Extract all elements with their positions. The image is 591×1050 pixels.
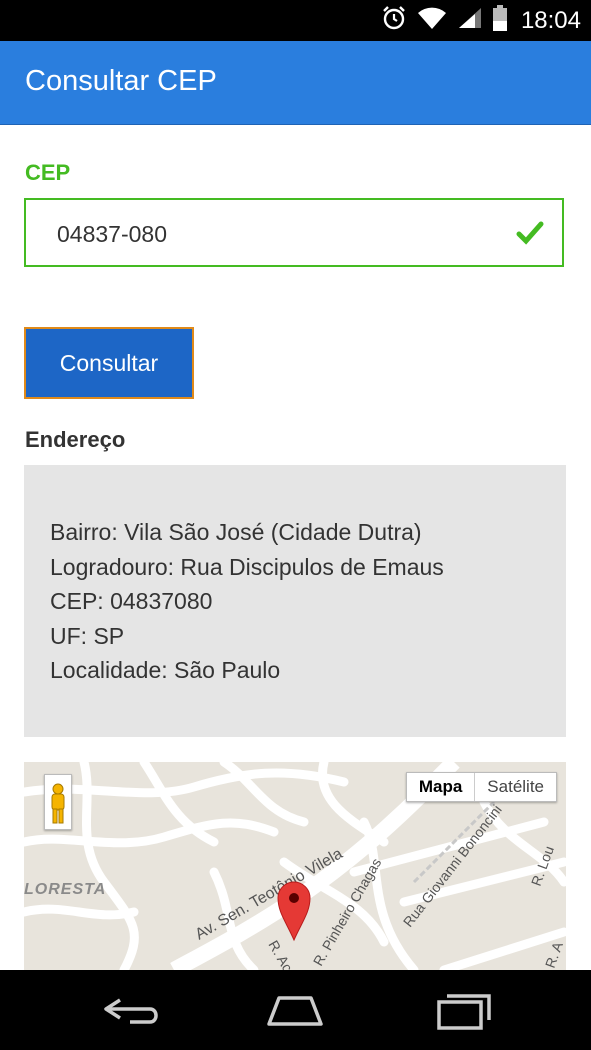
navigation-bar bbox=[0, 970, 591, 1050]
street-view-pegman[interactable] bbox=[44, 774, 72, 830]
map-type-toggle: Mapa Satélite bbox=[405, 772, 557, 802]
address-logradouro: Logradouro: Rua Discipulos de Emaus bbox=[50, 553, 444, 580]
map-label-area: LORESTA bbox=[24, 881, 106, 898]
app-title: Consultar CEP bbox=[25, 65, 217, 97]
alarm-icon bbox=[381, 5, 407, 36]
home-icon[interactable] bbox=[265, 990, 325, 1030]
check-icon bbox=[516, 221, 544, 245]
cep-input[interactable]: 04837-080 bbox=[24, 198, 564, 267]
status-bar: 18:04 bbox=[0, 0, 591, 41]
address-lines: Bairro: Vila São José (Cidade Dutra) Log… bbox=[50, 515, 444, 688]
signal-icon bbox=[457, 6, 483, 35]
address-bairro: Bairro: Vila São José (Cidade Dutra) bbox=[50, 519, 422, 545]
app-bar: Consultar CEP bbox=[0, 41, 591, 125]
status-time: 18:04 bbox=[520, 6, 581, 34]
back-icon[interactable] bbox=[100, 990, 160, 1030]
status-icons: 18:04 bbox=[381, 0, 581, 41]
consultar-button[interactable]: Consultar bbox=[24, 327, 194, 399]
wifi-icon bbox=[417, 6, 447, 35]
cep-label: CEP bbox=[25, 160, 71, 185]
recent-apps-icon[interactable] bbox=[431, 990, 491, 1030]
address-uf: UF: SP bbox=[50, 622, 125, 649]
address-cep: CEP: 04837080 bbox=[50, 588, 213, 614]
address-localidade: Localidade: São Paulo bbox=[50, 657, 281, 683]
pegman-icon bbox=[51, 783, 65, 824]
map-type-map-button[interactable]: Mapa bbox=[407, 773, 476, 801]
battery-icon bbox=[492, 5, 507, 36]
map-type-satellite-button[interactable]: Satélite bbox=[475, 773, 556, 801]
map-view[interactable]: LORESTA Av. Sen. Teotônio Vilela R. Pinh… bbox=[24, 762, 566, 970]
address-box: Bairro: Vila São José (Cidade Dutra) Log… bbox=[24, 465, 566, 737]
cep-input-value[interactable]: 04837-080 bbox=[57, 221, 167, 248]
address-title: Endereço bbox=[25, 427, 126, 452]
